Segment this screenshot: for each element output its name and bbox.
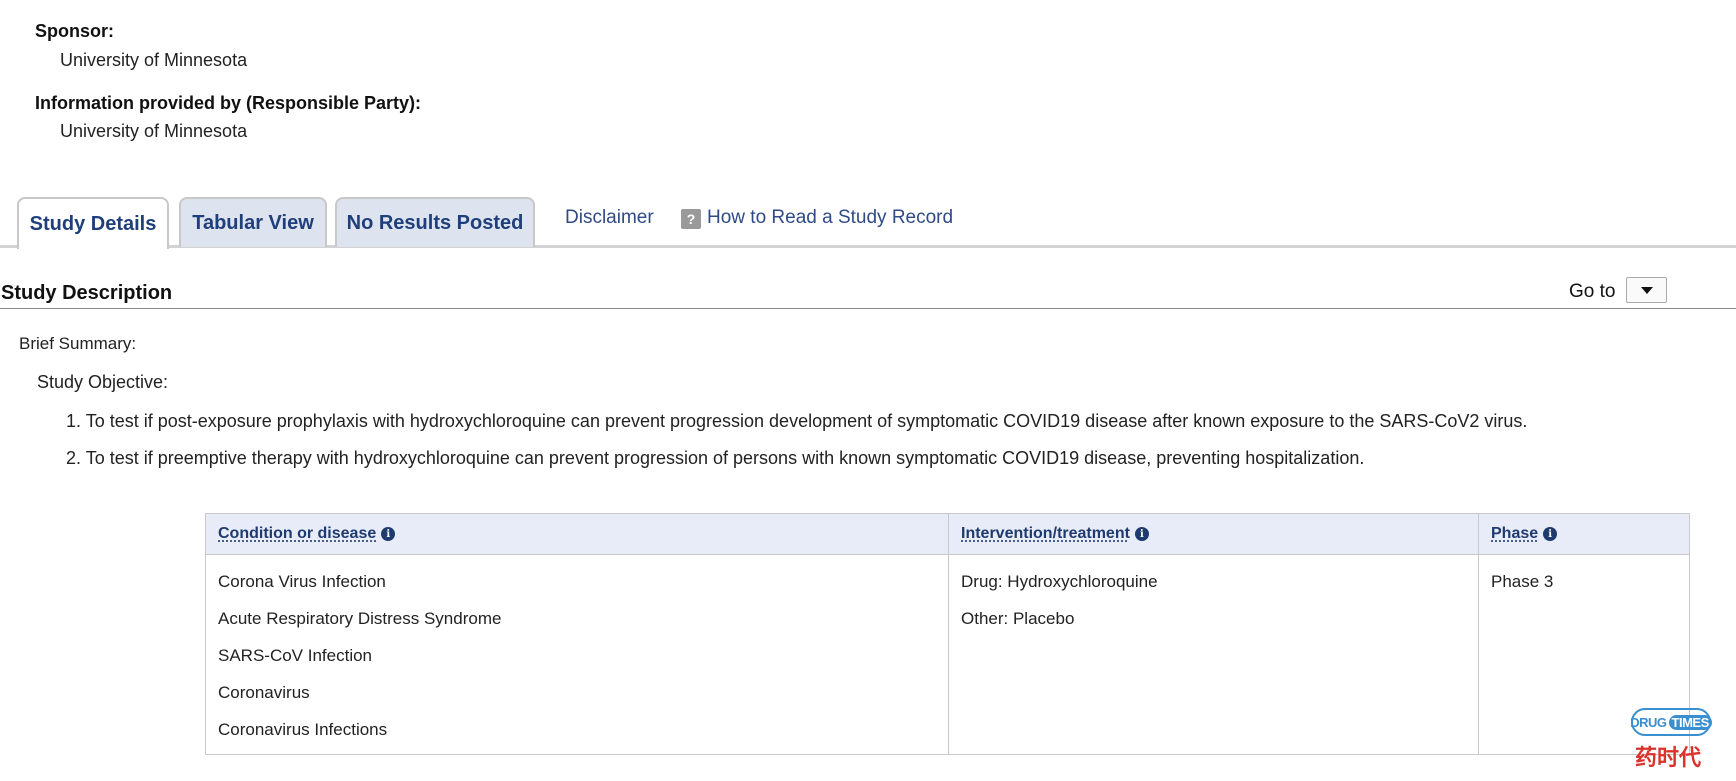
info-icon[interactable]: i (1134, 527, 1149, 541)
watermark-brand-right: TIMES (1668, 714, 1712, 730)
tab-tabular-view[interactable]: Tabular View (179, 197, 327, 247)
goto-dropdown-button[interactable] (1626, 277, 1667, 303)
brief-summary-label: Brief Summary: (19, 334, 137, 353)
condition-item: SARS-CoV Infection (218, 646, 373, 665)
sponsor-label: Sponsor: (35, 21, 114, 41)
condition-header: Condition or disease i (206, 514, 948, 555)
intervention-item: Other: Placebo (961, 609, 1075, 628)
intervention-item: Drug: Hydroxychloroquine (961, 572, 1158, 591)
condition-column: Condition or disease i Corona Virus Infe… (206, 514, 948, 754)
watermark-brand-cn: 药时代 (1635, 746, 1702, 771)
responsible-party-label: Information provided by (Responsible Par… (35, 93, 422, 113)
phase-header: Phase i (1479, 514, 1689, 555)
drugtimes-watermark-logo: DRUG TIMES 药时代 (1630, 708, 1713, 771)
intervention-header: Intervention/treatment i (949, 514, 1478, 555)
conditions-table: Condition or disease i Corona Virus Infe… (205, 513, 1690, 755)
watermark-badge: DRUG TIMES (1630, 708, 1712, 736)
condition-list: Corona Virus Infection Acute Respiratory… (206, 555, 948, 748)
objective-item-2: 2. To test if preemptive therapy with hy… (66, 448, 1365, 468)
info-icon[interactable]: i (381, 527, 396, 541)
study-record-page: Sponsor: University of Minnesota Informa… (0, 0, 1736, 781)
intervention-column: Intervention/treatment i Drug: Hydroxych… (948, 514, 1478, 754)
condition-item: Acute Respiratory Distress Syndrome (218, 609, 502, 628)
info-icon[interactable]: i (1543, 527, 1558, 541)
study-objective-label: Study Objective: (37, 372, 169, 392)
chevron-down-icon (1640, 286, 1653, 294)
goto-label: Go to (1569, 281, 1616, 302)
condition-header-label[interactable]: Condition or disease (218, 525, 376, 543)
condition-item: Coronavirus Infections (218, 720, 388, 739)
condition-item: Coronavirus (218, 683, 310, 702)
phase-item: Phase 3 (1491, 572, 1554, 591)
how-to-read-link[interactable]: How to Read a Study Record (707, 207, 953, 229)
intervention-header-label[interactable]: Intervention/treatment (961, 525, 1130, 543)
phase-header-label[interactable]: Phase (1491, 525, 1538, 543)
phase-list: Phase 3 (1479, 555, 1689, 600)
responsible-party-value: University of Minnesota (60, 121, 248, 141)
watermark-brand-left: DRUG (1630, 714, 1667, 730)
sponsor-value: University of Minnesota (60, 50, 248, 70)
disclaimer-link[interactable]: Disclaimer (565, 207, 654, 229)
objective-item-1: 1. To test if post-exposure prophylaxis … (66, 411, 1528, 431)
intervention-list: Drug: Hydroxychloroquine Other: Placebo (949, 555, 1478, 637)
condition-item: Corona Virus Infection (218, 572, 386, 591)
section-title: Study Description (1, 282, 173, 304)
tab-no-results-posted[interactable]: No Results Posted (335, 197, 535, 247)
tab-study-details[interactable]: Study Details (17, 197, 169, 249)
section-divider (0, 308, 1736, 309)
help-icon: ? (681, 209, 701, 229)
